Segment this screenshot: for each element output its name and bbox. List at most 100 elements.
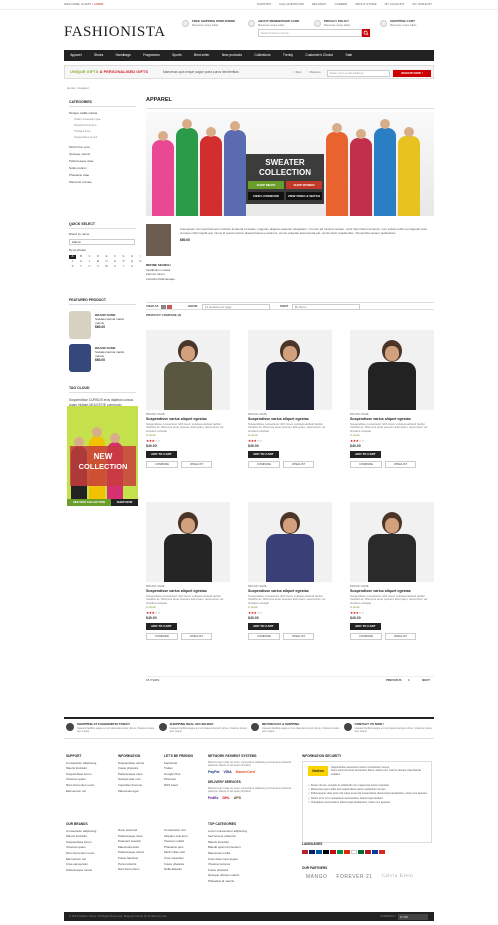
nav-sports[interactable]: Sports [166, 53, 188, 58]
letter-filter[interactable]: L [86, 259, 93, 263]
footer-link[interactable]: Praesent suscipit [118, 839, 144, 845]
wishlist-button[interactable]: WISHLIST [180, 632, 213, 641]
flag-es-icon[interactable] [330, 849, 336, 854]
feature-membership[interactable]: ABOUT MEMBERSHIP CARD Maecenas neque adip… [248, 19, 312, 27]
letter-filter[interactable]: S [69, 264, 76, 268]
grid-view-icon[interactable] [161, 304, 166, 309]
feature-cart[interactable]: SHOPPING CART Maecenas neque adipis [380, 19, 434, 27]
flag-nl-icon[interactable] [365, 849, 371, 854]
intro-thumbnail[interactable] [146, 224, 171, 256]
footer-link[interactable]: RSS Feed [164, 783, 193, 789]
letter-filter[interactable]: C [86, 255, 93, 259]
letter-filter[interactable]: Q [129, 259, 136, 263]
nav-best-seller[interactable]: Best seller [188, 53, 216, 58]
flag-us-icon[interactable] [302, 849, 308, 854]
footer-block-deal[interactable]: SHOPPING DEAL ON HOLIDAY Usauent facilisi… [157, 719, 250, 738]
search-input[interactable]: Search items in here [258, 29, 362, 37]
product-image[interactable] [248, 330, 332, 410]
letter-filter[interactable]: D [95, 255, 102, 259]
add-to-cart-button[interactable]: ADD TO CART [146, 623, 177, 630]
show-per-page-select[interactable]: 12 products per page [202, 304, 270, 310]
sort-select[interactable]: By Name [292, 304, 360, 310]
nav-handbags[interactable]: Handbags [109, 53, 136, 58]
shop-women-button[interactable]: SHOP WOMEN [286, 181, 322, 189]
product-image[interactable] [248, 502, 332, 582]
letter-filter[interactable]: I [137, 255, 144, 259]
product-card[interactable]: BRAND NAME Suspendisse varius aliquet ege… [146, 502, 230, 641]
page-number[interactable]: 1 [408, 678, 410, 683]
add-to-cart-button[interactable]: ADD TO CART [350, 451, 381, 458]
currency-select[interactable]: $ USD [398, 913, 428, 920]
letter-filter[interactable]: X [112, 264, 119, 268]
flag-ru-icon[interactable] [379, 849, 385, 854]
view-lookbook-button[interactable]: VIEW LOOKBOOK [248, 192, 284, 200]
letter-filter[interactable]: M [95, 259, 102, 263]
site-logo[interactable]: FASHIONISTA [64, 23, 166, 41]
letter-filter[interactable]: R [137, 259, 144, 263]
footer-link[interactable]: Imperdiet rhoncus [118, 783, 144, 789]
product-compare-count[interactable]: PRODUCT COMPARE (2) [146, 313, 181, 318]
flag-fr-icon[interactable] [316, 849, 322, 854]
partner-calvin-klein[interactable]: Calvin Klein [382, 874, 414, 880]
footer-link[interactable]: Nam fermentum eros [66, 851, 96, 857]
footer-link[interactable]: Pellentesque luctus [66, 868, 96, 874]
radio-women[interactable]: ○ Women [308, 70, 321, 75]
nav-collections[interactable]: Collections [248, 53, 277, 58]
list-view-icon[interactable] [167, 304, 172, 309]
product-name[interactable]: Suspendisse varius aliquet egestas [248, 417, 332, 421]
letter-filter[interactable]: Z [129, 264, 136, 268]
add-to-cart-button[interactable]: ADD TO CART [248, 451, 279, 458]
flag-de-icon[interactable] [323, 849, 329, 854]
letter-filter[interactable]: W [103, 264, 110, 268]
shop-now-button[interactable]: SHOP NOW [111, 499, 138, 506]
letter-filter[interactable]: K [78, 259, 85, 263]
category-item[interactable]: Quisque mauris [69, 151, 136, 158]
nav-new-products[interactable]: New products [216, 53, 249, 58]
partner-forever21[interactable]: FOREVER 21 [336, 874, 372, 880]
flag-sa-icon[interactable] [358, 849, 364, 854]
footer-link[interactable]: Nulla aliquam [164, 867, 188, 873]
compare-button[interactable]: COMPARE [146, 632, 178, 641]
letter-filter[interactable]: N [103, 259, 110, 263]
footer-link[interactable]: Phasellus id mauris [208, 879, 247, 885]
product-card[interactable]: BRAND NAME Suspendisse varius aliquet ege… [248, 330, 332, 469]
letter-filter[interactable]: G [120, 255, 127, 259]
feature-shipping[interactable]: FREE SHIPPING WORLDWIDE Maecenas neque ad… [182, 19, 246, 27]
letter-filter[interactable]: U [86, 264, 93, 268]
previous-page-link[interactable]: PREVIOUS [386, 678, 402, 683]
category-item[interactable]: Pellentesque vitae [69, 158, 136, 165]
add-to-cart-button[interactable]: ADD TO CART [248, 623, 279, 630]
compare-button[interactable]: COMPARE [248, 460, 280, 469]
footer-block-return[interactable]: RETURN DAY & SHIPPING Usauent facilisis a… [249, 719, 342, 738]
letter-filter[interactable]: E [103, 255, 110, 259]
product-card[interactable]: BRAND NAME Suspendisse varius aliquet ege… [350, 502, 434, 641]
footer-link[interactable]: Consectetur nisi [164, 828, 188, 834]
letter-filter[interactable]: B [78, 255, 85, 259]
collection-banner[interactable]: NEW COLLECTION SEE NEW COLLECTION SHOP N… [67, 406, 138, 506]
nav-shoes[interactable]: Shoes [88, 53, 110, 58]
product-name[interactable]: Suspendisse varius aliquet egestas [146, 417, 230, 421]
product-card[interactable]: BRAND NAME Suspendisse varius aliquet ege… [350, 330, 434, 469]
letter-filter[interactable]: Y [120, 264, 127, 268]
flag-se-icon[interactable] [372, 849, 378, 854]
product-card[interactable]: BRAND NAME Suspendisse varius aliquet ege… [146, 330, 230, 469]
refine-item[interactable]: Lobortis Pellentesque [146, 277, 175, 282]
brand-select[interactable]: Zalora [69, 238, 135, 245]
next-page-link[interactable]: NEXT [422, 678, 430, 683]
see-collection-button[interactable]: SEE NEW COLLECTION [67, 499, 111, 506]
view-video-button[interactable]: VIEW VIDEO & WATCH [286, 192, 322, 200]
shop-mens-button[interactable]: SHOP MEN'S [248, 181, 284, 189]
wishlist-button[interactable]: WISHLIST [384, 460, 417, 469]
category-subitem[interactable]: Suspendisse id sed [69, 135, 136, 141]
footer-link[interactable]: Elementum vel [66, 789, 96, 795]
compare-button[interactable]: COMPARE [350, 460, 382, 469]
nav-customers-choice[interactable]: Customer's Choice [299, 53, 339, 58]
wishlist-button[interactable]: WISHLIST [384, 632, 417, 641]
category-item[interactable]: Phasellus vitae [69, 172, 136, 179]
flag-cn-icon[interactable] [344, 849, 350, 854]
compare-button[interactable]: COMPARE [248, 632, 280, 641]
featured-item[interactable]: BRAND NAME Sodales lacinia mattis mauris $… [69, 311, 136, 340]
login-link[interactable]: LOGIN [94, 2, 103, 6]
nav-fragrances[interactable]: Fragrances [137, 53, 166, 58]
product-name[interactable]: Suspendisse varius aliquet egestas [248, 589, 332, 593]
